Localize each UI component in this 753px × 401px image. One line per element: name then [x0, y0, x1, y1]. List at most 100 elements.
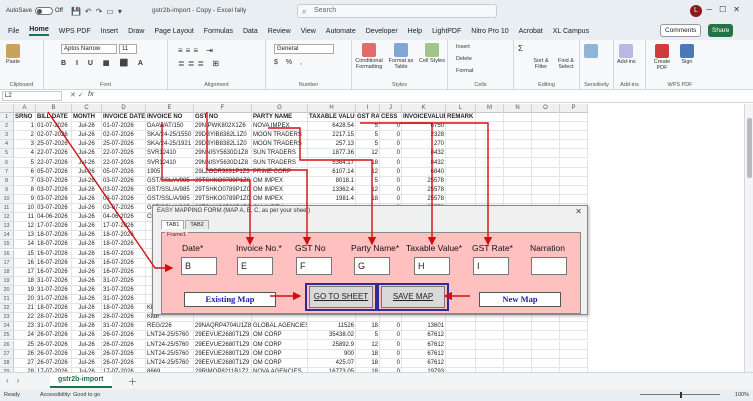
- tab-tab1[interactable]: TAB1: [161, 220, 185, 229]
- sheet-nav-arrows[interactable]: ‹›: [6, 376, 27, 385]
- data-cell[interactable]: [476, 158, 504, 168]
- data-cell[interactable]: 15: [14, 249, 36, 259]
- data-cell[interactable]: 12: [356, 167, 380, 177]
- data-cell[interactable]: 29TSHKO0789P1Z0: [194, 185, 252, 195]
- header-cell[interactable]: [504, 113, 532, 122]
- sign-button[interactable]: Sign: [680, 44, 694, 65]
- data-cell[interactable]: 31-07-2026: [36, 285, 72, 295]
- row-header[interactable]: 22: [0, 304, 14, 314]
- tab-page-layout[interactable]: Page Layout: [154, 28, 193, 35]
- header-cell[interactable]: GST RATE: [356, 113, 380, 122]
- data-cell[interactable]: 25578: [402, 194, 446, 204]
- data-cell[interactable]: [446, 158, 476, 168]
- data-cell[interactable]: 16-07-2026: [102, 267, 146, 277]
- data-cell[interactable]: 18-07-2026: [102, 231, 146, 241]
- data-cell[interactable]: 29DBYIB8382L1Z0: [194, 140, 252, 150]
- data-cell[interactable]: 17-07-2026: [102, 222, 146, 232]
- data-cell[interactable]: [560, 331, 588, 341]
- data-cell[interactable]: OM IMPEX: [252, 176, 308, 186]
- header-cell[interactable]: INVOICE NO: [146, 113, 194, 122]
- select-all-corner[interactable]: [0, 104, 14, 113]
- data-cell[interactable]: 31-07-2026: [102, 276, 146, 286]
- data-cell[interactable]: 270: [402, 140, 446, 150]
- data-cell[interactable]: 04-06-2026: [36, 213, 72, 223]
- data-cell[interactable]: 18-07-2026: [102, 240, 146, 250]
- data-cell[interactable]: 18-07-2026: [36, 240, 72, 250]
- data-cell[interactable]: [504, 140, 532, 150]
- data-cell[interactable]: Jul-26: [72, 231, 102, 241]
- party-name-input[interactable]: G: [354, 257, 390, 275]
- data-cell[interactable]: 16: [14, 258, 36, 268]
- row-header[interactable]: 20: [0, 285, 14, 295]
- data-cell[interactable]: GST/SSL/A/985: [146, 185, 194, 195]
- column-header-h[interactable]: H: [308, 104, 356, 113]
- data-cell[interactable]: OM CORP: [252, 349, 308, 359]
- data-cell[interactable]: 03-07-2026: [102, 204, 146, 213]
- tab-view[interactable]: View: [301, 28, 316, 35]
- data-cell[interactable]: 12: [356, 340, 380, 350]
- tab-formulas[interactable]: Formulas: [204, 28, 233, 35]
- tab-xl-campus[interactable]: XL Campus: [553, 28, 589, 35]
- data-cell[interactable]: 0: [380, 194, 402, 204]
- data-cell[interactable]: 01-07-2026: [102, 122, 146, 132]
- column-header-i[interactable]: I: [356, 104, 380, 113]
- header-cell[interactable]: [560, 113, 588, 122]
- data-cell[interactable]: 0: [380, 185, 402, 195]
- tab-review[interactable]: Review: [268, 28, 291, 35]
- data-cell[interactable]: 03-07-2026: [36, 194, 72, 204]
- data-cell[interactable]: 12: [356, 149, 380, 159]
- column-header-m[interactable]: M: [476, 104, 504, 113]
- data-cell[interactable]: [532, 158, 560, 168]
- search-box[interactable]: ⌕ Search: [297, 4, 497, 18]
- data-cell[interactable]: 2217.15: [308, 131, 356, 141]
- save-map-button[interactable]: SAVE MAP: [381, 286, 445, 308]
- header-cell[interactable]: INVOICE DATE: [102, 113, 146, 122]
- data-cell[interactable]: [532, 149, 560, 159]
- data-cell[interactable]: [532, 358, 560, 368]
- data-cell[interactable]: [532, 167, 560, 177]
- data-cell[interactable]: 0: [380, 358, 402, 368]
- data-cell[interactable]: [532, 331, 560, 341]
- data-cell[interactable]: GST/SSL/A/985: [146, 194, 194, 204]
- data-cell[interactable]: 26-07-2026: [36, 331, 72, 341]
- tab-nitro-pro[interactable]: Nitro Pro 10: [471, 28, 508, 35]
- avatar[interactable]: L: [690, 5, 702, 17]
- data-cell[interactable]: 26-07-2026: [102, 340, 146, 350]
- data-cell[interactable]: 16-07-2026: [36, 249, 72, 259]
- data-cell[interactable]: SUN TRADERS: [252, 158, 308, 168]
- data-cell[interactable]: Jul-26: [72, 140, 102, 150]
- data-cell[interactable]: [560, 140, 588, 150]
- data-cell[interactable]: [560, 131, 588, 141]
- data-cell[interactable]: OM CORP: [252, 358, 308, 368]
- row-header[interactable]: 15: [0, 240, 14, 250]
- data-cell[interactable]: [476, 349, 504, 359]
- data-cell[interactable]: LNT24-25/5760: [146, 358, 194, 368]
- data-cell[interactable]: 6840: [402, 167, 446, 177]
- data-cell[interactable]: SVR12410: [146, 158, 194, 168]
- data-cell[interactable]: [560, 176, 588, 186]
- function-icon[interactable]: fx: [88, 91, 93, 98]
- font-size-select[interactable]: 11: [119, 44, 137, 54]
- data-cell[interactable]: 19: [14, 285, 36, 295]
- data-cell[interactable]: 05-07-2026: [102, 167, 146, 177]
- data-cell[interactable]: 29TSHKO0789P1Z0: [194, 176, 252, 186]
- row-header[interactable]: 14: [0, 231, 14, 241]
- data-cell[interactable]: 18-07-2026: [36, 304, 72, 314]
- data-cell[interactable]: 22: [14, 313, 36, 323]
- data-cell[interactable]: Jul-26: [72, 122, 102, 132]
- data-cell[interactable]: 29TSHKO0789P1Z0: [194, 194, 252, 204]
- data-cell[interactable]: 0: [380, 158, 402, 168]
- data-cell[interactable]: [532, 131, 560, 141]
- data-cell[interactable]: 17: [14, 267, 36, 277]
- data-cell[interactable]: 11: [14, 213, 36, 223]
- tab-lightpdf[interactable]: LightPDF: [432, 28, 461, 35]
- column-header-b[interactable]: B: [36, 104, 72, 113]
- number-format-buttons[interactable]: $ % ,: [274, 59, 305, 66]
- data-cell[interactable]: Jul-26: [72, 331, 102, 341]
- data-cell[interactable]: 18: [356, 322, 380, 332]
- data-cell[interactable]: 03-07-2026: [36, 185, 72, 195]
- font-name-select[interactable]: Aptos Narrow: [61, 44, 117, 54]
- align-horizontal-buttons[interactable]: ≣≣≣ ⊞: [178, 59, 222, 68]
- data-cell[interactable]: 0: [380, 140, 402, 150]
- format-cells-button[interactable]: Format: [456, 68, 473, 74]
